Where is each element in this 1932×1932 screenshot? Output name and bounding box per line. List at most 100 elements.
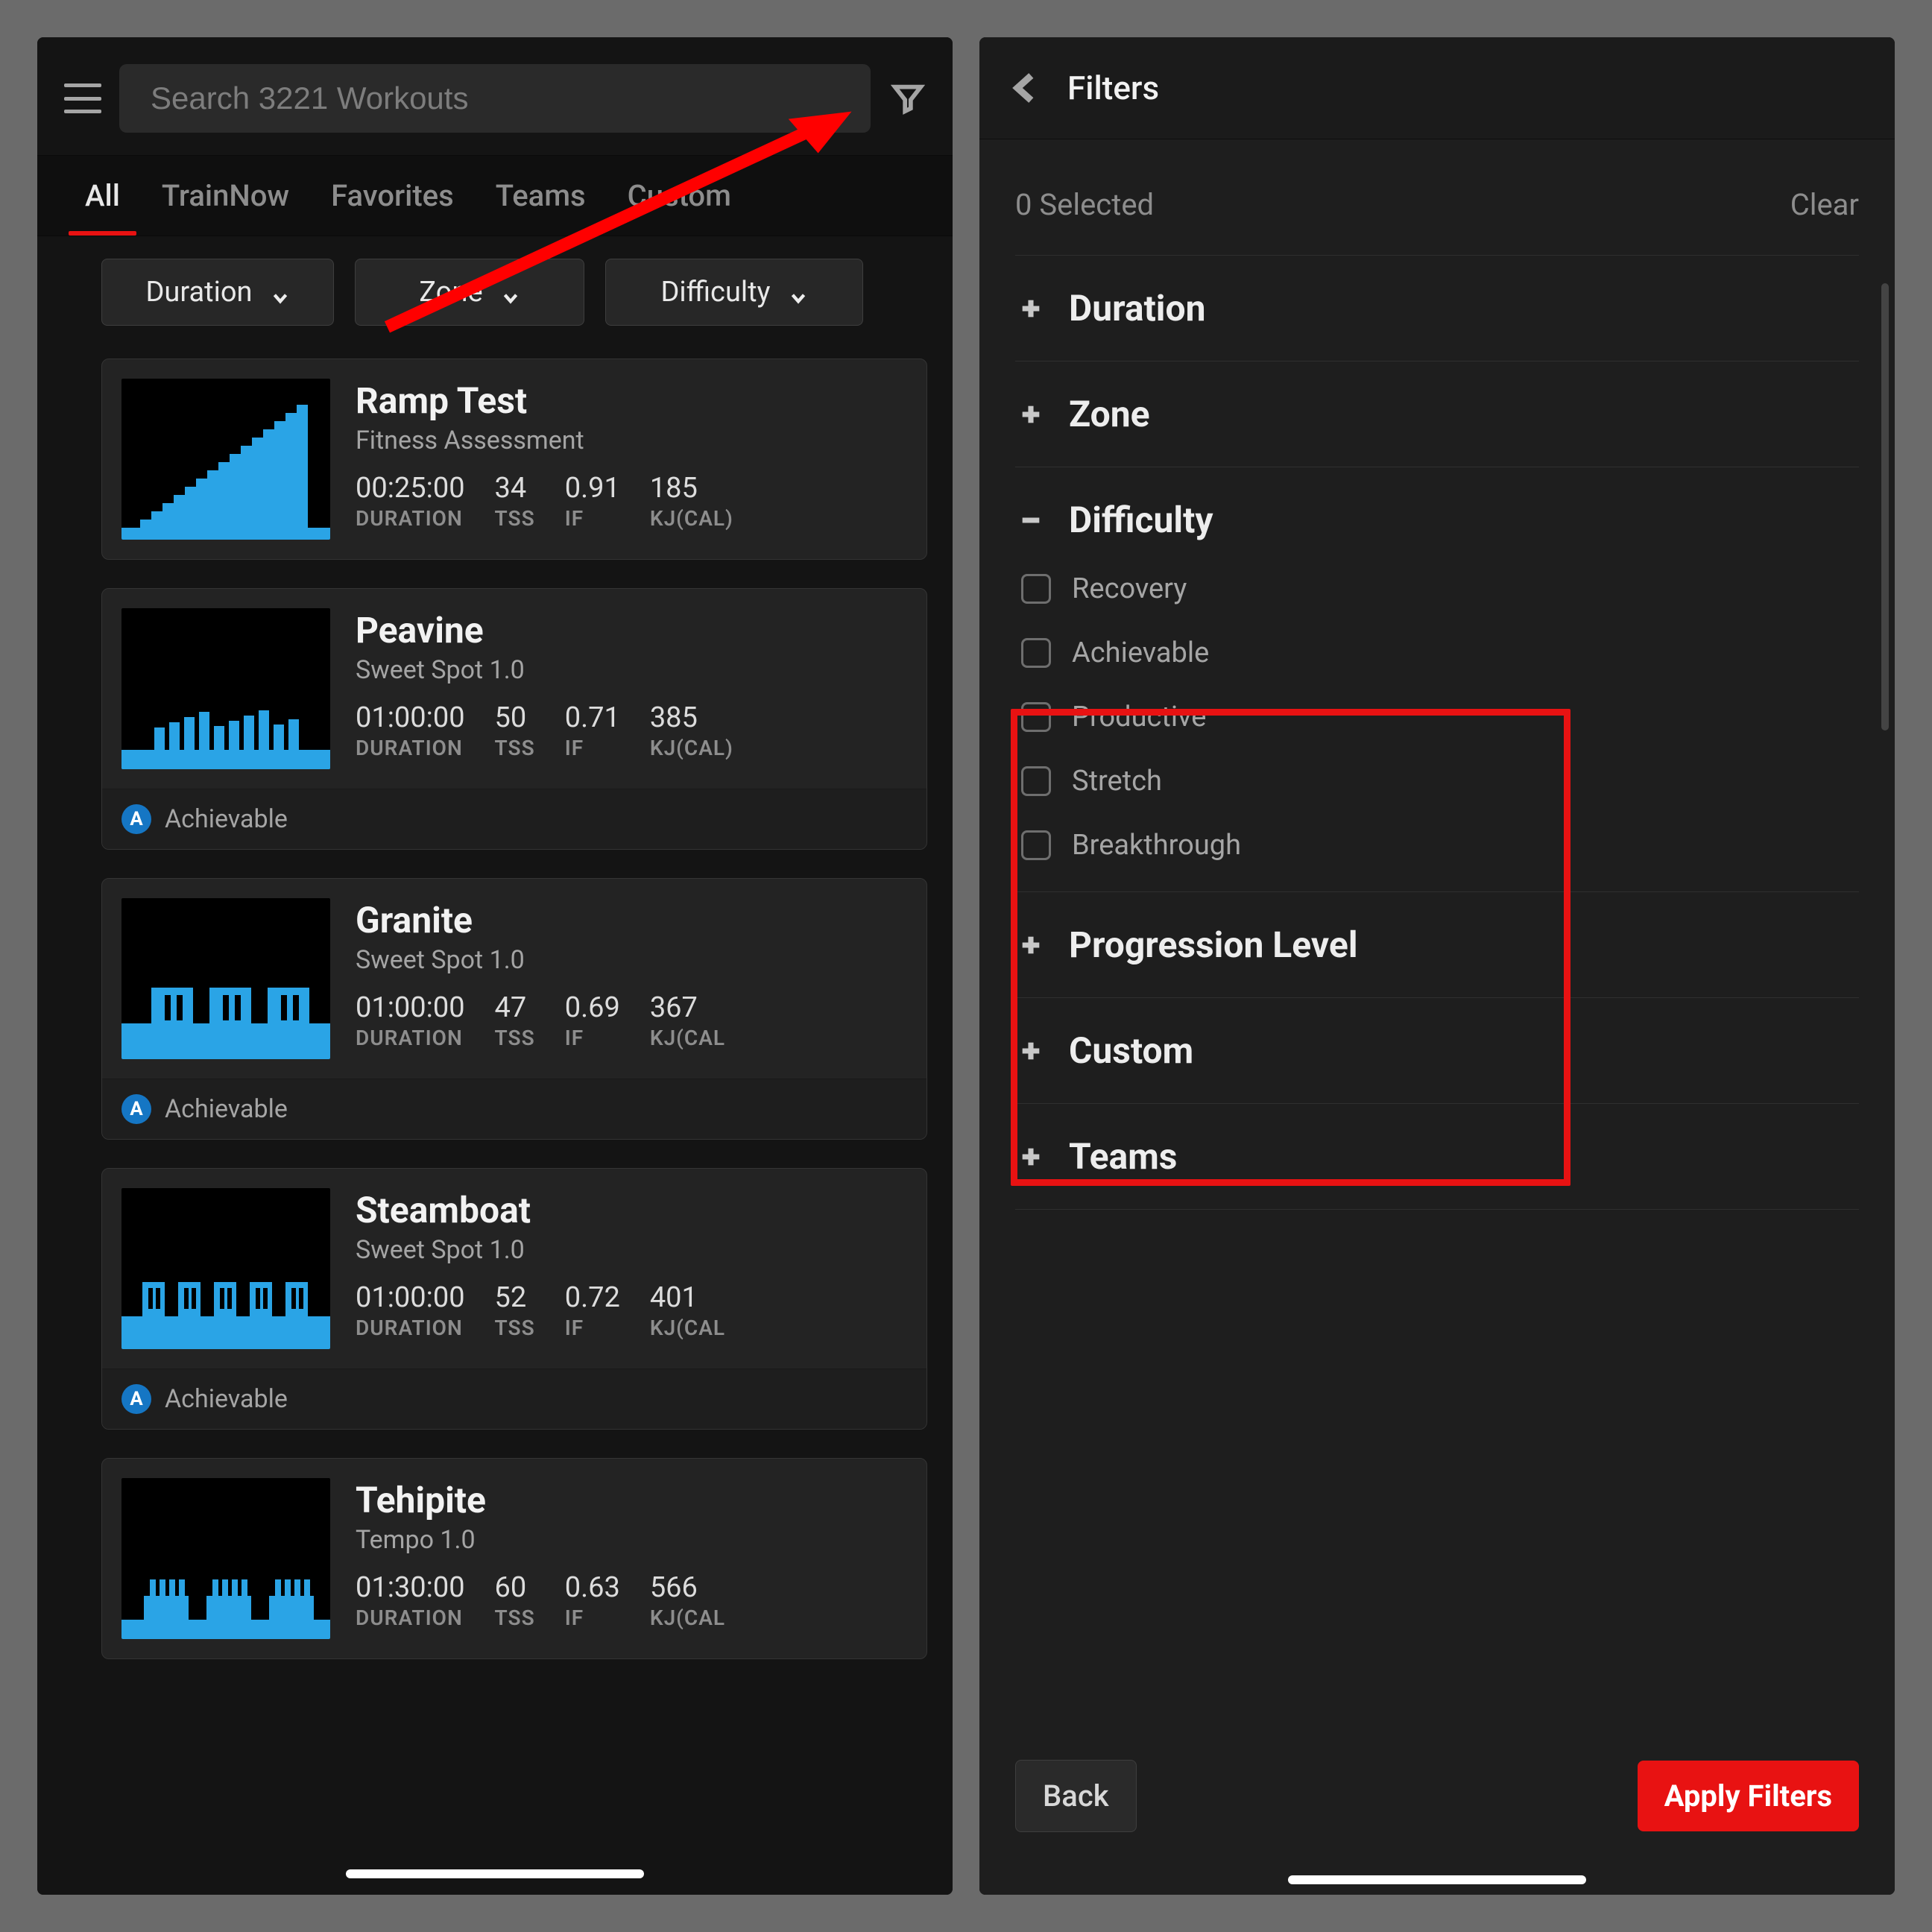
filter-icon[interactable] <box>888 79 927 118</box>
workout-card[interactable]: TehipiteTempo 1.001:30:00DURATION60TSS0.… <box>101 1458 927 1659</box>
back-button[interactable]: Back <box>1015 1760 1137 1832</box>
workout-title: Steamboat <box>356 1191 910 1231</box>
filter-section-teams: Teams <box>1015 1104 1859 1210</box>
stat-value: 47 <box>495 993 535 1024</box>
workout-card[interactable]: Ramp Test Fitness Assessment 00:25:00DURAT… <box>101 359 927 560</box>
stat-value: 401 <box>650 1283 725 1314</box>
stat-label: IF <box>565 1026 620 1050</box>
filter-option-stretch[interactable]: Stretch <box>1021 765 1859 798</box>
filter-section-label: Difficulty <box>1069 499 1213 541</box>
checkbox[interactable] <box>1021 830 1051 860</box>
tab-favorites[interactable]: Favorites <box>310 156 475 236</box>
stat-label: KJ(CAL) <box>650 506 733 531</box>
stat-label: KJ(CAL <box>650 1316 725 1340</box>
workout-stats: 01:30:00DURATION60TSS0.63IF566KJ(CAL <box>356 1573 910 1630</box>
stat-label: DURATION <box>356 736 465 760</box>
stat-label: IF <box>565 506 620 531</box>
filter-option-recovery[interactable]: Recovery <box>1021 572 1859 605</box>
stat-value: 0.91 <box>565 473 620 505</box>
filter-section-label: Duration <box>1069 287 1206 329</box>
filter-section-header[interactable]: Zone <box>1015 362 1859 467</box>
filter-section-duration: Duration <box>1015 256 1859 362</box>
filter-section-header[interactable]: Difficulty <box>1015 467 1859 572</box>
checkbox[interactable] <box>1021 702 1051 732</box>
stat-label: IF <box>565 1606 620 1630</box>
workout-card[interactable]: PeavineSweet Spot 1.001:00:00DURATION50T… <box>101 588 927 850</box>
tab-trainnow[interactable]: TrainNow <box>141 156 310 236</box>
filter-section-header[interactable]: Duration <box>1015 256 1859 361</box>
quick-filter-duration[interactable]: Duration <box>101 259 334 326</box>
stat-value: 566 <box>650 1573 725 1604</box>
workout-thumbnail <box>121 379 330 540</box>
filters-screen: Filters 0 Selected Clear DurationZoneDif… <box>979 37 1895 1895</box>
stat-label: IF <box>565 1316 620 1340</box>
menu-icon[interactable] <box>64 83 101 113</box>
chevron-down-icon <box>789 282 808 302</box>
filter-option-label: Breakthrough <box>1072 829 1241 862</box>
workout-thumbnail <box>121 1478 330 1639</box>
filter-section-difficulty: Difficulty Recovery Achievable Productive St… <box>1015 467 1859 892</box>
plus-icon <box>1015 1141 1046 1172</box>
workout-card[interactable]: GraniteSweet Spot 1.001:00:00DURATION47T… <box>101 878 927 1140</box>
apply-filters-button[interactable]: Apply Filters <box>1638 1761 1859 1831</box>
stat-value: 0.63 <box>565 1573 620 1604</box>
stat-value: 34 <box>495 473 535 505</box>
quick-filter-difficulty[interactable]: Difficulty <box>605 259 863 326</box>
stat-label: TSS <box>495 1026 535 1050</box>
workout-subtitle: Sweet Spot 1.0 <box>356 655 910 685</box>
workout-subtitle: Fitness Assessment <box>356 426 910 455</box>
workout-subtitle: Sweet Spot 1.0 <box>356 1235 910 1265</box>
filter-option-label: Achievable <box>1072 637 1209 669</box>
stat-value: 00:25:00 <box>356 473 465 505</box>
stat-label: KJ(CAL <box>650 1026 725 1050</box>
filters-content[interactable]: 0 Selected Clear Duration Zone Difficulty R… <box>979 139 1895 1895</box>
workout-card[interactable]: SteamboatSweet Spot 1.001:00:00DURATION5… <box>101 1168 927 1430</box>
tab-all[interactable]: All <box>64 156 141 236</box>
stat-value: 50 <box>495 703 535 734</box>
stat-label: DURATION <box>356 1606 465 1630</box>
workout-badge-row: AAchievable <box>102 1079 926 1139</box>
checkbox[interactable] <box>1021 766 1051 796</box>
clear-button[interactable]: Clear <box>1790 187 1859 222</box>
workout-title: Granite <box>356 901 910 941</box>
filter-section-header[interactable]: Progression Level <box>1015 892 1859 997</box>
filter-section-label: Zone <box>1069 393 1150 435</box>
workout-title: Ramp Test <box>356 382 910 421</box>
stat-value: 01:30:00 <box>356 1573 465 1604</box>
workout-stats: 00:25:00DURATION34TSS0.91IF185KJ(CAL) <box>356 473 910 531</box>
workout-list[interactable]: Ramp TestFitness Assessment00:25:00DURAT… <box>37 345 953 1895</box>
workouts-screen: AllTrainNowFavoritesTeamsCustom Duration… <box>37 37 953 1895</box>
filter-section-header[interactable]: Teams <box>1015 1104 1859 1209</box>
checkbox[interactable] <box>1021 574 1051 604</box>
filter-option-achievable[interactable]: Achievable <box>1021 637 1859 669</box>
quick-filter-zone[interactable]: Zone <box>355 259 584 326</box>
stat-label: IF <box>565 736 620 760</box>
plus-icon <box>1015 1035 1046 1067</box>
selection-summary-row: 0 Selected Clear <box>1015 139 1859 256</box>
stat-label: DURATION <box>356 1026 465 1050</box>
stat-label: DURATION <box>356 506 465 531</box>
search-input[interactable] <box>149 80 841 117</box>
filter-section-header[interactable]: Custom <box>1015 998 1859 1103</box>
workout-thumbnail <box>121 1188 330 1349</box>
filter-option-productive[interactable]: Productive <box>1021 701 1859 733</box>
stat-value: 01:00:00 <box>356 993 465 1024</box>
checkbox[interactable] <box>1021 638 1051 668</box>
tab-bar: AllTrainNowFavoritesTeamsCustom <box>37 155 953 236</box>
chevron-down-icon <box>501 282 520 302</box>
filter-option-breakthrough[interactable]: Breakthrough <box>1021 829 1859 862</box>
filters-footer: Back Apply Filters <box>979 1737 1895 1895</box>
home-indicator <box>346 1869 644 1878</box>
stat-value: 01:00:00 <box>356 1283 465 1314</box>
quick-filter-row: Duration Zone Difficulty <box>37 236 953 345</box>
stat-value: 367 <box>650 993 725 1024</box>
stat-value: 60 <box>495 1573 535 1604</box>
stat-value: 01:00:00 <box>356 703 465 734</box>
workout-stats: 01:00:00DURATION47TSS0.69IF367KJ(CAL <box>356 993 910 1050</box>
tab-teams[interactable]: Teams <box>475 156 607 236</box>
tab-custom[interactable]: Custom <box>607 156 752 236</box>
workout-badge-row: AAchievable <box>102 789 926 849</box>
back-icon[interactable] <box>1009 72 1042 104</box>
scrollbar[interactable] <box>1881 283 1889 730</box>
difficulty-badge-text: Achievable <box>165 1094 288 1124</box>
